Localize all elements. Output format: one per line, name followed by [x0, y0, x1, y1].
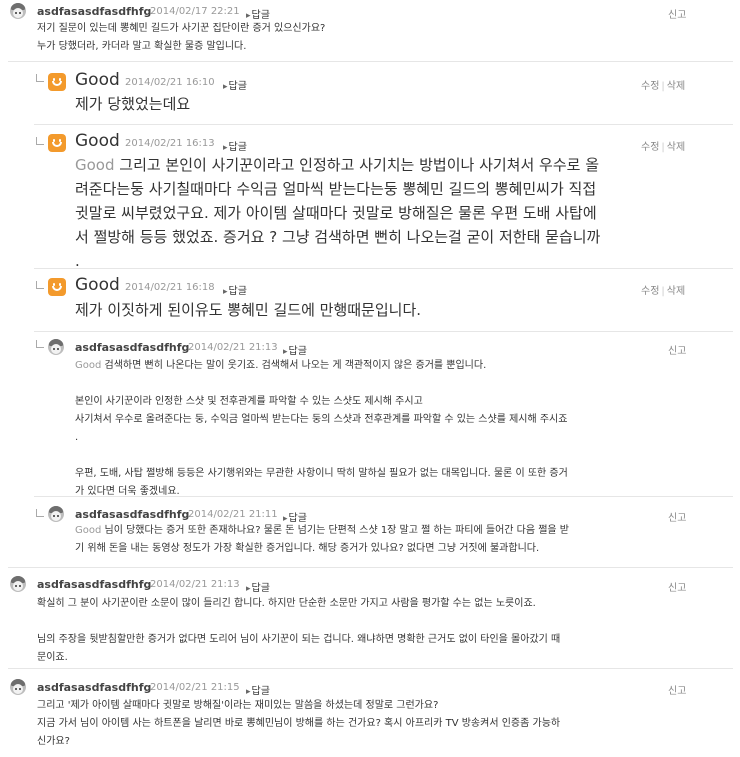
report-button[interactable]: 신고	[668, 6, 686, 21]
reply-comment-item: asdfasasdfasdfhfg 2014/02/21 21:11 답글 신고…	[0, 497, 740, 565]
smile-avatar-icon	[48, 134, 66, 152]
comment-item: asdfasasdfasdfhfg 2014/02/21 21:15 답글 신고…	[0, 669, 740, 757]
delete-button[interactable]: 삭제	[667, 286, 685, 297]
comment-body: 확실히 그 분이 사기꾼이란 소문이 많이 들리긴 합니다. 하지만 단순한 소…	[37, 598, 561, 663]
reply-comment-item: Good 2014/02/21 16:18 답글 수정|삭제 제가 이짓하게 된…	[0, 269, 740, 329]
comment-body: 저기 질문이 있는데 뽕혜민 길드가 사기꾼 집단이란 증거 있으신가요? 누가…	[37, 23, 326, 52]
comment-author[interactable]: Good	[75, 70, 120, 90]
comment-body: Good 님이 당했다는 증거 또한 존재하나요? 물론 돈 넘기는 단편적 스…	[75, 525, 570, 554]
edit-delete-actions: 수정 | 삭제	[641, 286, 686, 297]
mention-link[interactable]: Good	[75, 360, 101, 371]
comment-date: 2014/02/21 16:13	[125, 138, 215, 149]
smile-avatar-icon	[48, 73, 66, 91]
reply-button[interactable]: 답글	[223, 282, 247, 297]
reply-comment-item: Good 2014/02/21 16:13 답글 수정|삭제 Good 그리고 …	[0, 125, 740, 270]
reply-button[interactable]: 답글	[223, 138, 247, 153]
mention-link[interactable]: Good	[75, 525, 101, 536]
edit-delete-actions: 수정 | 삭제	[641, 81, 686, 92]
mention-link[interactable]: Good	[75, 156, 115, 174]
comment-date: 2014/02/17 22:21	[150, 6, 240, 17]
reply-indent-icon	[36, 74, 44, 82]
comment-date: 2014/02/21 16:18	[125, 282, 215, 293]
reply-indent-icon	[36, 137, 44, 145]
comment-item: asdfasasdfasdfhfg 2014/02/17 22:21 답글 신고…	[0, 0, 740, 60]
comment-author[interactable]: asdfasasdfasdfhfg	[37, 5, 151, 18]
reply-indent-icon	[36, 281, 44, 289]
smile-avatar-icon	[48, 278, 66, 296]
user-avatar-icon	[48, 506, 64, 522]
comment-body: 제가 이짓하게 된이유도 뽕혜민 길드에 만행때문입니다.	[75, 301, 422, 319]
report-button[interactable]: 신고	[668, 579, 686, 594]
comment-body: 제가 당했었는데요	[75, 95, 191, 113]
comment-author[interactable]: asdfasasdfasdfhfg	[37, 681, 151, 694]
comment-author[interactable]: asdfasasdfasdfhfg	[37, 578, 151, 591]
comment-body: Good 그리고 본인이 사기꾼이라고 인정하고 사기치는 방법이나 사기쳐서 …	[75, 156, 601, 270]
comment-date: 2014/02/21 21:11	[188, 509, 278, 520]
user-avatar-icon	[48, 339, 64, 355]
delete-button[interactable]: 삭제	[667, 142, 685, 153]
edit-button[interactable]: 수정	[641, 142, 659, 153]
comment-date: 2014/02/21 21:15	[150, 682, 240, 693]
reply-button[interactable]: 답글	[246, 579, 270, 594]
reply-comment-item: Good 2014/02/21 16:10 답글 수정|삭제 제가 당했었는데요	[0, 62, 740, 122]
user-avatar-icon	[10, 576, 26, 592]
comment-item: asdfasasdfasdfhfg 2014/02/21 21:13 답글 신고…	[0, 568, 740, 668]
report-button[interactable]: 신고	[668, 682, 686, 697]
reply-comment-item: asdfasasdfasdfhfg 2014/02/21 21:13 답글 신고…	[0, 332, 740, 497]
delete-button[interactable]: 삭제	[667, 81, 685, 92]
reply-button[interactable]: 답글	[223, 77, 247, 92]
comment-author[interactable]: asdfasasdfasdfhfg	[75, 508, 189, 521]
user-avatar-icon	[10, 679, 26, 695]
comment-author[interactable]: Good	[75, 275, 120, 295]
reply-indent-icon	[36, 509, 44, 517]
comment-body: Good 검색하면 뻔히 나온다는 말이 웃기죠. 검색해서 나오는 게 객관적…	[75, 360, 568, 497]
comment-author[interactable]: Good	[75, 131, 120, 151]
reply-indent-icon	[36, 340, 44, 348]
comment-date: 2014/02/21 21:13	[150, 579, 240, 590]
user-avatar-icon	[10, 3, 26, 19]
edit-button[interactable]: 수정	[641, 286, 659, 297]
report-button[interactable]: 신고	[668, 342, 686, 357]
comment-date: 2014/02/21 16:10	[125, 77, 215, 88]
comment-body: 그리고 '제가 아이템 살때마다 귓말로 방해질'이라는 재미있는 말씀을 하셨…	[37, 700, 561, 747]
comment-date: 2014/02/21 21:13	[188, 342, 278, 353]
reply-button[interactable]: 답글	[283, 342, 307, 357]
comment-author[interactable]: asdfasasdfasdfhfg	[75, 341, 189, 354]
edit-delete-actions: 수정 | 삭제	[641, 142, 686, 153]
edit-button[interactable]: 수정	[641, 81, 659, 92]
reply-button[interactable]: 답글	[246, 682, 270, 697]
reply-button[interactable]: 답글	[246, 6, 270, 21]
